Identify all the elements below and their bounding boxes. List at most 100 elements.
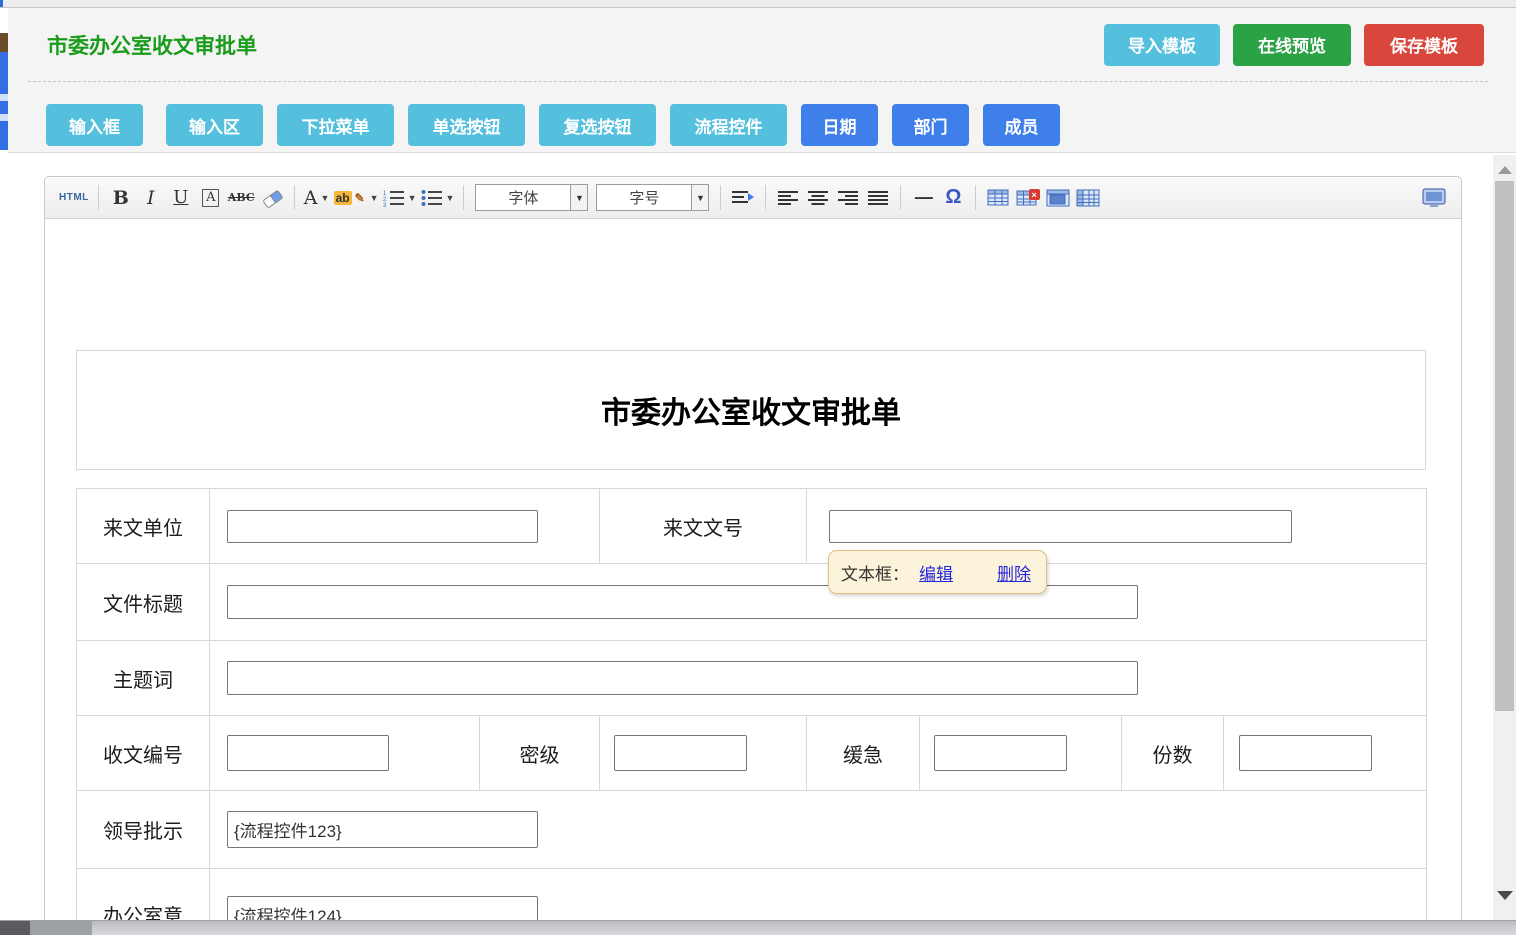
text-style-button[interactable]: A — [198, 184, 224, 212]
form-title: 市委办公室收文审批单 — [601, 388, 901, 432]
monitor-icon — [1422, 188, 1446, 208]
page-title: 市委办公室收文审批单 — [47, 30, 257, 60]
delete-link[interactable]: 删除 — [997, 560, 1031, 585]
widget-button-input-area[interactable]: 输入区 — [166, 104, 263, 146]
table-row: 办公室意 — [77, 869, 1427, 921]
source-unit-input[interactable] — [227, 510, 538, 543]
align-center-button[interactable] — [805, 184, 831, 212]
scrollbar-thumb[interactable] — [1495, 181, 1514, 711]
remove-format-button[interactable] — [259, 184, 285, 212]
font-family-select[interactable]: 字体 ▼ — [475, 184, 588, 211]
insert-table-button[interactable] — [985, 184, 1011, 212]
chevron-down-icon: ▼ — [408, 193, 417, 203]
urgency-input[interactable] — [934, 735, 1067, 771]
italic-button[interactable]: I — [138, 184, 164, 212]
ordered-list-button[interactable]: 1 2 3 ▼ — [383, 184, 417, 212]
scroll-up-arrow-icon[interactable] — [1493, 163, 1516, 177]
rich-text-editor: HTML B I U A ABC A ▼ ab — [44, 176, 1462, 920]
online-preview-button[interactable]: 在线预览 — [1233, 24, 1351, 66]
form-title-box: 市委办公室收文审批单 — [76, 350, 1426, 470]
widget-button-date[interactable]: 日期 — [801, 104, 878, 146]
source-code-button[interactable]: HTML — [59, 184, 89, 212]
bold-button[interactable]: B — [108, 184, 134, 212]
unordered-list-button[interactable]: ▼ — [421, 184, 455, 212]
boxed-a-icon: A — [202, 189, 219, 207]
special-character-button[interactable]: Ω — [940, 184, 966, 212]
bottom-bar-mid-segment — [30, 921, 92, 935]
highlight-ab-icon: ab — [334, 191, 352, 205]
horizontal-rule-button[interactable]: — — [910, 184, 936, 212]
bottom-scrollbar-strip[interactable] — [0, 920, 1516, 935]
save-template-button[interactable]: 保存模板 — [1364, 24, 1484, 66]
label-secret-level: 密级 — [480, 716, 600, 791]
label-office-opinion: 办公室意 — [77, 869, 210, 921]
widget-button-radio[interactable]: 单选按钮 — [408, 104, 525, 146]
receipt-number-input[interactable] — [227, 735, 389, 771]
delete-table-button[interactable]: × — [1015, 184, 1041, 212]
font-size-select[interactable]: 字号 ▼ — [596, 184, 709, 211]
font-family-value: 字体 — [476, 185, 570, 210]
left-edge-clipped-panel — [0, 8, 8, 150]
ordered-list-icon: 1 2 3 — [383, 189, 405, 207]
chevron-down-icon: ▼ — [570, 185, 587, 210]
table-grid-button[interactable] — [1075, 184, 1101, 212]
chevron-down-icon: ▼ — [320, 193, 329, 203]
widget-button-department[interactable]: 部门 — [892, 104, 969, 146]
eraser-icon — [260, 188, 284, 208]
align-justify-button[interactable] — [865, 184, 891, 212]
underline-button[interactable]: U — [168, 184, 194, 212]
tooltip-label: 文本框： — [841, 560, 909, 585]
pencil-icon: ✎ — [353, 191, 367, 205]
table-row: 领导批示 — [77, 791, 1427, 869]
vertical-scrollbar[interactable] — [1493, 155, 1516, 920]
edit-link[interactable]: 编辑 — [919, 560, 953, 585]
unordered-list-icon — [421, 189, 443, 207]
office-opinion-input[interactable] — [227, 896, 538, 920]
label-receipt-number: 收文编号 — [77, 716, 210, 791]
widget-button-checkbox[interactable]: 复选按钮 — [539, 104, 656, 146]
chevron-down-icon: ▼ — [691, 185, 708, 210]
widget-button-dropdown[interactable]: 下拉菜单 — [277, 104, 394, 146]
toolbar-separator — [294, 185, 295, 210]
label-doc-title: 文件标题 — [77, 564, 210, 641]
clipped-blue-panel — [0, 52, 8, 150]
align-right-button[interactable] — [835, 184, 861, 212]
strikethrough-button[interactable]: ABC — [228, 184, 255, 212]
fullscreen-button[interactable] — [1421, 184, 1447, 212]
widget-tooltip: 文本框： 编辑 删除 — [828, 550, 1047, 594]
window-top-edge — [0, 0, 1516, 8]
chevron-down-icon: ▼ — [446, 193, 455, 203]
leader-comment-input[interactable] — [227, 811, 538, 848]
copies-input[interactable] — [1239, 735, 1372, 771]
toolbar-separator — [720, 185, 721, 210]
widget-button-input-box[interactable]: 输入框 — [46, 104, 143, 146]
keywords-input[interactable] — [227, 661, 1138, 695]
table-delete-icon: × — [1016, 189, 1040, 207]
form-table: 来文单位 来文文号 文件标题 主题词 收文编号 密级 — [76, 488, 1427, 920]
page-header: 市委办公室收文审批单 导入模板 在线预览 保存模板 输入框 输入区 下拉菜单 单… — [8, 8, 1516, 153]
align-right-icon — [838, 190, 858, 206]
widget-button-member[interactable]: 成员 — [983, 104, 1060, 146]
align-left-button[interactable] — [775, 184, 801, 212]
font-color-a-icon: A — [304, 187, 318, 209]
doc-number-input[interactable] — [829, 510, 1292, 543]
font-color-button[interactable]: A ▼ — [304, 184, 330, 212]
clipped-text-line — [0, 94, 8, 101]
clipped-text-line — [0, 114, 8, 121]
table-row: 文件标题 — [77, 564, 1427, 641]
scroll-down-arrow-icon[interactable] — [1493, 888, 1516, 902]
table-cell-properties-button[interactable] — [1045, 184, 1071, 212]
toolbar-separator — [900, 185, 901, 210]
import-template-button[interactable]: 导入模板 — [1104, 24, 1220, 66]
clipped-icon — [0, 33, 8, 52]
label-source-unit: 来文单位 — [77, 489, 210, 564]
editor-toolbar: HTML B I U A ABC A ▼ ab — [45, 177, 1461, 219]
indent-button[interactable] — [730, 184, 756, 212]
editor-canvas[interactable]: 市委办公室收文审批单 来文单位 来文文号 文件标题 主 — [45, 219, 1461, 920]
svg-text:3: 3 — [383, 203, 387, 207]
highlight-color-button[interactable]: ab ✎ ▼ — [334, 184, 379, 212]
header-top-row: 市委办公室收文审批单 导入模板 在线预览 保存模板 — [8, 8, 1516, 71]
header-actions: 导入模板 在线预览 保存模板 — [1104, 24, 1484, 66]
secret-level-input[interactable] — [614, 735, 747, 771]
widget-button-flow-control[interactable]: 流程控件 — [670, 104, 787, 146]
